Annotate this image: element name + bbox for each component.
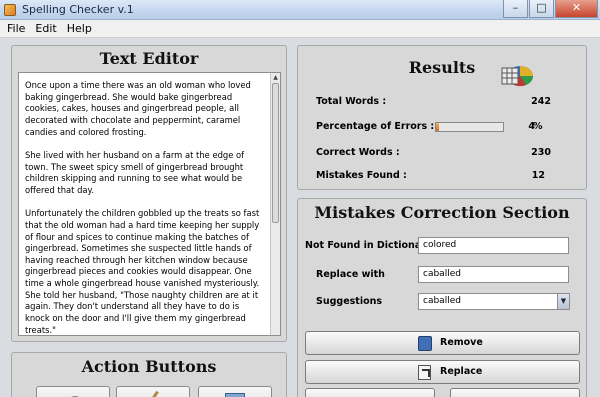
display-button[interactable] (198, 386, 272, 397)
mistakes-correction-panel: Mistakes Correction Section Not Found in… (297, 198, 587, 397)
mistakes-correction-title: Mistakes Correction Section (314, 203, 570, 222)
editor-paragraph: Unfortunately the children gobbled up th… (25, 208, 260, 335)
title-bar: Spelling Checker v.1 – □ ✕ (0, 0, 600, 20)
scroll-up-icon[interactable]: ▲ (271, 73, 280, 82)
error-percentage-label: Percentage of Errors : (316, 121, 435, 132)
results-panel: Results Total Words : 242 Percentage of … (297, 45, 587, 190)
suggestions-label: Suggestions (316, 296, 383, 307)
not-found-label: Not Found in Dictionary (305, 240, 433, 251)
chart-icon (501, 66, 534, 87)
menu-edit[interactable]: Edit (35, 22, 56, 35)
app-icon (4, 4, 16, 16)
pencil-icon (146, 390, 159, 397)
refresh-button[interactable] (36, 386, 110, 397)
editor-paragraph: She lived with her husband on a farm at … (25, 149, 245, 195)
editor-paragraph: Once upon a time there was an old woman … (25, 80, 251, 137)
remove-icon (418, 336, 432, 351)
action-buttons-title: Action Buttons (81, 357, 217, 376)
results-title: Results (408, 58, 476, 77)
replace-with-field[interactable]: caballed (418, 266, 569, 283)
maximize-button[interactable]: □ (529, 0, 554, 18)
suggestions-dropdown[interactable]: caballed ▼ (418, 293, 570, 310)
menu-bar: File Edit Help (0, 20, 600, 38)
error-progress-bar (435, 122, 504, 132)
mistakes-found-label: Mistakes Found : (316, 170, 407, 181)
error-percentage-value: 4 (528, 121, 535, 132)
editor-scrollbar[interactable]: ▲ (270, 73, 280, 335)
correct-words-label: Correct Words : (316, 147, 400, 158)
correct-words-value: 230 (531, 147, 551, 158)
total-words-label: Total Words : (316, 96, 387, 107)
editor-text[interactable]: Once upon a time there was an old woman … (25, 80, 261, 335)
action-buttons-panel: Action Buttons (11, 352, 287, 397)
menu-help[interactable]: Help (67, 22, 92, 35)
suggestions-selected: caballed (423, 296, 461, 306)
monitor-icon (225, 393, 245, 397)
edit-button[interactable] (116, 386, 190, 397)
remove-button[interactable]: Remove (305, 331, 580, 355)
chevron-down-icon[interactable]: ▼ (557, 294, 569, 309)
text-editor-area[interactable]: Once upon a time there was an old woman … (18, 72, 281, 336)
text-editor-panel: Text Editor Once upon a time there was a… (11, 45, 287, 342)
total-words-value: 242 (531, 96, 551, 107)
previous-button[interactable] (305, 388, 435, 397)
not-found-field[interactable]: colored (418, 237, 569, 254)
remove-button-label: Remove (440, 337, 483, 348)
replace-button[interactable]: Replace (305, 360, 580, 384)
error-percentage-unit: % (533, 121, 543, 132)
replace-button-label: Replace (440, 366, 483, 377)
minimize-button[interactable]: – (503, 0, 528, 18)
menu-file[interactable]: File (7, 22, 25, 35)
window-controls: – □ ✕ (502, 0, 598, 18)
replace-with-label: Replace with (316, 269, 385, 280)
replace-icon (418, 365, 431, 380)
window-title: Spelling Checker v.1 (22, 3, 134, 16)
close-button[interactable]: ✕ (555, 0, 598, 18)
text-editor-title: Text Editor (99, 49, 199, 68)
next-button[interactable] (450, 388, 580, 397)
error-progress-fill (436, 123, 439, 131)
mistakes-found-value: 12 (531, 170, 545, 181)
scroll-thumb[interactable] (272, 83, 279, 223)
